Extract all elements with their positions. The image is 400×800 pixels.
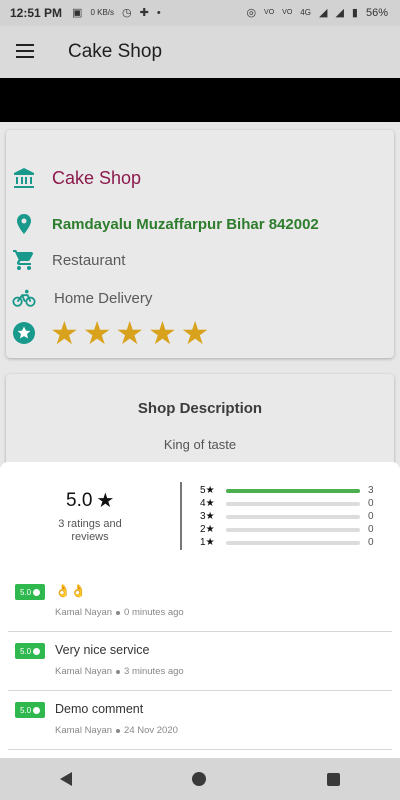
- star-icon: ★: [205, 485, 215, 496]
- rating-badge: 5.0: [15, 702, 45, 718]
- average-rating: 5.0 ★: [66, 488, 114, 513]
- star-icon: ★: [205, 537, 215, 548]
- bar-label-wrap: 2 ★: [200, 524, 220, 535]
- review-time: 24 Nov 2020: [124, 725, 178, 736]
- review-item: 5.0 Demo comment Kamal Nayan 24 Nov 2020: [0, 692, 400, 750]
- star-circle-icon: [33, 706, 41, 714]
- bar-label-wrap: 4 ★: [200, 498, 220, 509]
- review-title: 👌👌: [55, 584, 87, 598]
- bar-label-wrap: 3 ★: [200, 511, 220, 522]
- rating-badge: 5.0: [15, 584, 45, 600]
- review-item: 5.0 Very nice service Kamal Nayan 3 minu…: [0, 633, 400, 691]
- star-icon: ★: [205, 498, 215, 509]
- star-circle-icon: [33, 588, 41, 596]
- review-meta: Kamal Nayan 0 minutes ago: [55, 607, 184, 618]
- bar-track: [226, 501, 360, 506]
- star-icon: ★: [96, 490, 115, 512]
- rating-bar-row: 4 ★ 0: [200, 497, 374, 510]
- rating-badge-value: 5.0: [19, 646, 32, 656]
- divider: [8, 690, 392, 691]
- divider: [8, 749, 392, 750]
- bar-track: [226, 514, 360, 519]
- review-time: 3 minutes ago: [124, 666, 184, 677]
- rating-bar-row: 5 ★ 3: [200, 484, 374, 497]
- star-icon: ★: [205, 511, 215, 522]
- average-value: 5.0: [66, 489, 93, 511]
- bar-count: 3: [368, 485, 374, 496]
- review-title: Very nice service: [55, 643, 150, 657]
- bar-label-wrap: 5 ★: [200, 485, 220, 496]
- rating-bar-row: 3 ★ 0: [200, 510, 374, 523]
- rating-summary: 5.0 ★ 3 ratings and reviews 5 ★ 3 4 ★ 0 3 ★ 0 2 ★ 0…: [0, 462, 400, 562]
- rating-badge-value: 5.0: [19, 705, 32, 715]
- bar-fill: [226, 488, 360, 493]
- summary-divider: [180, 482, 182, 550]
- bar-count: 0: [368, 524, 374, 535]
- system-nav-bar: [0, 758, 400, 800]
- bar-track: [226, 540, 360, 545]
- rating-bar-row: 1 ★ 0: [200, 536, 374, 549]
- review-author: Kamal Nayan: [55, 607, 113, 618]
- review-author: Kamal Nayan: [55, 725, 113, 736]
- reviews-bottom-sheet: 5.0 ★ 3 ratings and reviews 5 ★ 3 4 ★ 0 3 ★ 0 2 ★ 0…: [0, 462, 400, 758]
- rating-badge: 5.0: [15, 643, 45, 659]
- recents-icon[interactable]: [326, 772, 340, 786]
- rating-bar-row: 2 ★ 0: [200, 523, 374, 536]
- rating-badge-value: 5.0: [19, 587, 32, 597]
- star-circle-icon: [33, 647, 41, 655]
- review-title: Demo comment: [55, 702, 144, 716]
- back-icon[interactable]: [60, 772, 73, 786]
- bar-label-wrap: 1 ★: [200, 537, 220, 548]
- divider: [8, 631, 392, 632]
- review-item: 5.0 👌👌 Kamal Nayan 0 minutes ago: [0, 574, 400, 632]
- bar-track: [226, 527, 360, 532]
- dot-separator: [116, 610, 121, 615]
- home-icon[interactable]: [192, 772, 207, 786]
- bar-count: 0: [368, 498, 374, 509]
- rating-bars: 5 ★ 3 4 ★ 0 3 ★ 0 2 ★ 0 1 ★ 0: [200, 484, 374, 549]
- bar-count: 0: [368, 537, 374, 548]
- dot-separator: [116, 728, 121, 733]
- bar-count: 0: [368, 511, 374, 522]
- review-meta: Kamal Nayan 24 Nov 2020: [55, 725, 178, 736]
- review-time: 0 minutes ago: [124, 607, 184, 618]
- ratings-caption: 3 ratings and reviews: [58, 518, 122, 543]
- review-meta: Kamal Nayan 3 minutes ago: [55, 666, 184, 677]
- bar-track: [226, 488, 360, 493]
- review-author: Kamal Nayan: [55, 666, 113, 677]
- star-icon: ★: [205, 524, 215, 535]
- dot-separator: [116, 669, 121, 674]
